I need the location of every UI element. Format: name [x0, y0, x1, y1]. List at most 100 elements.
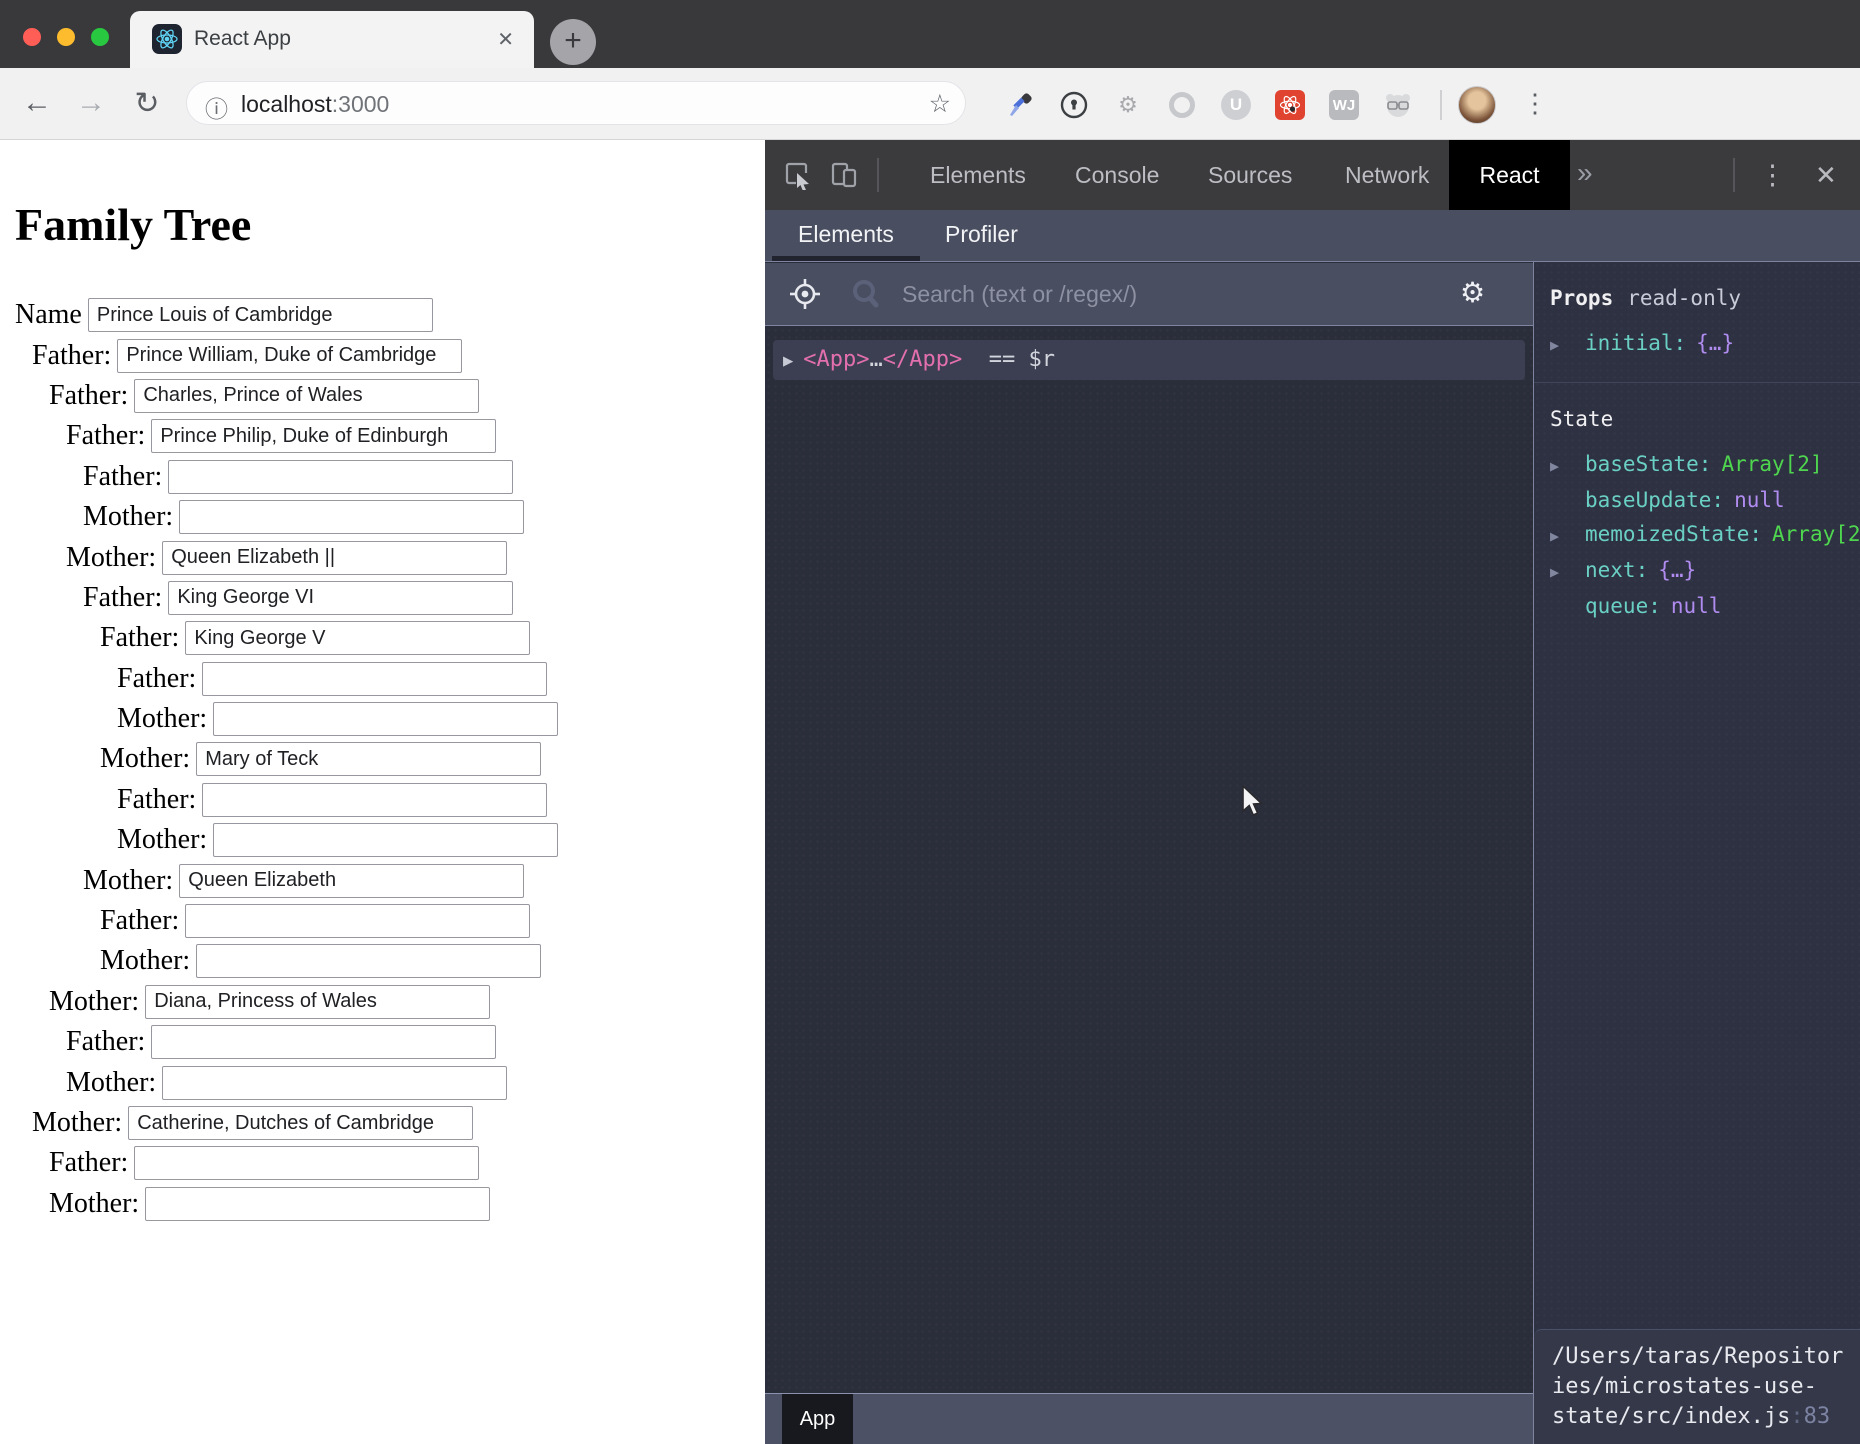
mouse-cursor [1240, 785, 1270, 824]
prop-row[interactable]: ▶initial:{…} [1550, 326, 1860, 362]
relation-label: Father: [49, 380, 128, 412]
person-name-input[interactable] [162, 541, 507, 575]
person-name-input[interactable] [185, 621, 530, 655]
state-row[interactable]: baseUpdate:null [1550, 483, 1860, 517]
ember-extension-icon[interactable] [1382, 89, 1414, 121]
settings-gear-icon[interactable]: ⚙ [1460, 276, 1485, 309]
devtools-tab-sources[interactable]: Sources [1208, 140, 1292, 210]
family-row: Mother: [0, 941, 765, 981]
source-location-link[interactable]: /Users/taras/Repositories/microstates-us… [1534, 1329, 1860, 1444]
person-name-input[interactable] [202, 662, 547, 696]
props-section: Propsread-only ▶initial:{…} [1534, 262, 1860, 382]
family-row: Mother: [0, 537, 765, 577]
browser-menu-icon[interactable]: ⋮ [1522, 88, 1548, 119]
person-name-input[interactable] [196, 944, 541, 978]
person-name-input[interactable] [117, 339, 462, 373]
site-info-icon[interactable]: ⓘ [205, 90, 228, 124]
relation-label: Mother: [32, 1107, 122, 1139]
back-button[interactable]: ← [19, 86, 55, 120]
person-name-input[interactable] [88, 298, 433, 332]
reload-button[interactable]: ↻ [129, 86, 165, 121]
react-sub-tab-profiler[interactable]: Profiler [945, 210, 1018, 261]
kv-value: Array[2] [1772, 522, 1860, 546]
family-row: Father: [0, 335, 765, 375]
kv-key: memoizedState: [1585, 522, 1762, 546]
person-name-input[interactable] [179, 864, 524, 898]
person-name-input[interactable] [179, 500, 524, 534]
state-row[interactable]: ▶baseState:Array[2] [1550, 447, 1860, 483]
eyedropper-extension-icon[interactable] [1004, 89, 1036, 121]
close-window-button[interactable] [23, 28, 41, 46]
breadcrumb-app[interactable]: App [782, 1394, 853, 1444]
family-row: Mother: [0, 739, 765, 779]
expand-arrow-icon[interactable]: ▶ [1550, 449, 1585, 483]
person-name-input[interactable] [151, 419, 496, 453]
minimize-window-button[interactable] [57, 28, 75, 46]
state-row[interactable]: ▶memoizedState: Array[2] [1550, 517, 1860, 553]
person-name-input[interactable] [168, 460, 513, 494]
more-tabs-chevron-icon[interactable]: » [1577, 140, 1593, 210]
url-bar[interactable]: ⓘ localhost:3000 ☆ [186, 81, 966, 125]
devtools-close-icon[interactable]: ✕ [1815, 140, 1837, 210]
person-name-input[interactable] [145, 985, 490, 1019]
react-devtools-extension-icon[interactable] [1274, 89, 1306, 121]
search-input[interactable] [900, 271, 1424, 317]
inspect-element-icon[interactable] [783, 160, 813, 195]
person-name-input[interactable] [202, 783, 547, 817]
browser-toolbar: ← → ↻ ⓘ localhost:3000 ☆ ⚙ [0, 68, 1860, 140]
person-name-input[interactable] [185, 904, 530, 938]
new-tab-button[interactable]: + [550, 19, 596, 65]
expand-arrow-icon[interactable]: ▶ [1550, 519, 1585, 553]
expand-arrow-icon[interactable]: ▶ [783, 351, 793, 371]
disabled-extension-swirl-icon[interactable] [1166, 89, 1198, 121]
url-port: :3000 [332, 91, 390, 117]
source-path-line: state/src/index.js:83 [1552, 1402, 1852, 1432]
person-name-input[interactable] [196, 742, 541, 776]
devtools-tab-network[interactable]: Network [1345, 140, 1429, 210]
path-separator: : [1790, 1404, 1803, 1429]
react-devtools-search-bar: ⚙ [765, 263, 1533, 326]
source-path-line: ies/microstates-use- [1552, 1372, 1852, 1402]
component-tree: ▶<App>…</App> == $r [765, 327, 1533, 1393]
password-manager-extension-icon[interactable] [1058, 89, 1090, 121]
family-row: Father: [0, 376, 765, 416]
expand-arrow-icon[interactable]: ▶ [1550, 328, 1585, 362]
family-row: Father: [0, 457, 765, 497]
family-row: Father: [0, 659, 765, 699]
device-toolbar-icon[interactable] [829, 160, 859, 195]
source-line-number: 83 [1804, 1404, 1831, 1429]
browser-tab[interactable]: React App ✕ [130, 11, 534, 68]
react-sub-tab-elements[interactable]: Elements [798, 210, 894, 261]
person-name-input[interactable] [213, 702, 558, 736]
tree-node-app[interactable]: ▶<App>…</App> == $r [773, 340, 1525, 380]
profile-avatar[interactable] [1458, 86, 1496, 124]
state-row[interactable]: queue:null [1550, 589, 1860, 623]
state-row[interactable]: ▶next:{…} [1550, 553, 1860, 589]
family-row: Mother: [0, 699, 765, 739]
person-name-input[interactable] [162, 1066, 507, 1100]
bookmark-star-icon[interactable]: ☆ [929, 89, 951, 119]
devtools-tab-console[interactable]: Console [1075, 140, 1159, 210]
person-name-input[interactable] [128, 1106, 473, 1140]
person-name-input[interactable] [145, 1187, 490, 1221]
fullscreen-window-button[interactable] [91, 28, 109, 46]
select-element-target-icon[interactable] [787, 276, 823, 317]
devtools-tab-react[interactable]: React [1449, 140, 1570, 210]
disabled-extension-gear-icon[interactable]: ⚙ [1112, 89, 1144, 121]
tag-open: <App> [803, 347, 869, 372]
person-name-input[interactable] [168, 581, 513, 615]
expand-arrow-icon[interactable]: ▶ [1550, 555, 1585, 589]
relation-label: Father: [32, 340, 111, 372]
tab-close-icon[interactable]: ✕ [497, 27, 514, 52]
toolbar-divider [1440, 90, 1442, 120]
person-name-input[interactable] [151, 1025, 496, 1059]
devtools-tab-elements[interactable]: Elements [930, 140, 1026, 210]
wallabyjs-extension-icon[interactable]: WJ [1328, 89, 1360, 121]
forward-button[interactable]: → [73, 86, 109, 120]
screen: React App ✕ + ← → ↻ ⓘ localhost:3000 ☆ [0, 0, 1860, 1444]
disabled-extension-u-icon[interactable]: U [1220, 89, 1252, 121]
person-name-input[interactable] [213, 823, 558, 857]
person-name-input[interactable] [134, 379, 479, 413]
devtools-menu-icon[interactable]: ⋮ [1759, 140, 1786, 210]
person-name-input[interactable] [134, 1146, 479, 1180]
